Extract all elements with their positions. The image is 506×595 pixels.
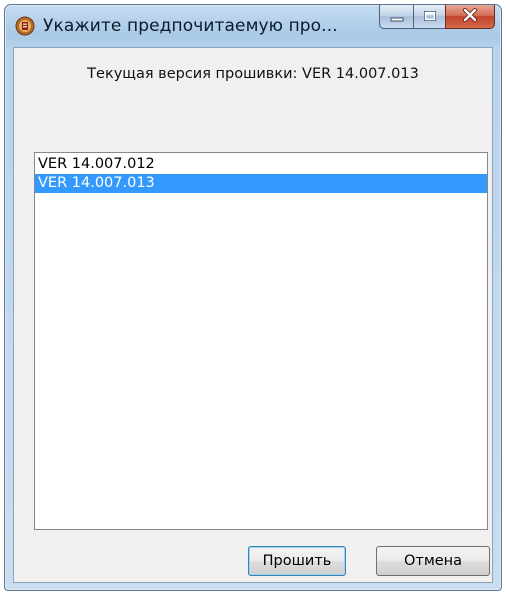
dialog-content: Текущая версия прошивки: VER 14.007.013 … (13, 47, 493, 583)
caption-buttons (379, 5, 495, 29)
maximize-icon (423, 7, 437, 26)
window-title: Укажите предпочитаемую про... (43, 16, 338, 36)
flash-button[interactable]: Прошить (248, 546, 346, 576)
title-bar[interactable]: Укажите предпочитаемую про... (5, 5, 501, 47)
cancel-button[interactable]: Отмена (376, 546, 490, 576)
close-button[interactable] (445, 5, 495, 29)
minimize-button[interactable] (379, 5, 413, 29)
close-icon (462, 7, 478, 26)
list-item-version-0[interactable]: VER 14.007.012 (35, 155, 487, 174)
firmware-app-icon (15, 16, 35, 36)
current-version-label: Текущая версия прошивки: VER 14.007.013 (87, 66, 419, 82)
minimize-icon (390, 7, 404, 26)
version-listbox[interactable]: VER 14.007.012 VER 14.007.013 (34, 152, 488, 530)
dialog-window: Укажите предпочитаемую про... Текущая ве… (4, 4, 502, 591)
maximize-button[interactable] (413, 5, 445, 29)
list-item-version-1[interactable]: VER 14.007.013 (35, 174, 487, 193)
